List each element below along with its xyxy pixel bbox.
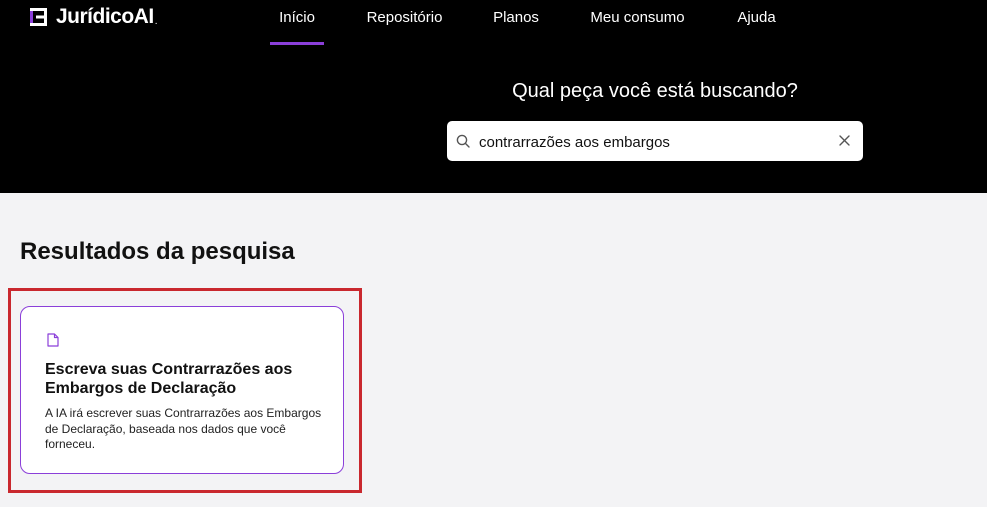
search-box[interactable] [447, 121, 863, 161]
search-heading: Qual peça você está buscando? [512, 80, 798, 102]
nav-item-inicio[interactable]: Início [270, 0, 324, 45]
search-input[interactable] [479, 131, 819, 153]
result-card[interactable]: Escreva suas Contrarrazões aos Embargos … [20, 306, 344, 474]
card-description: A IA irá escrever suas Contrarrazões aos… [45, 406, 322, 451]
nav-item-ajuda[interactable]: Ajuda [736, 0, 777, 45]
logo-icon [28, 6, 50, 28]
search-icon [456, 134, 470, 148]
brand-name: JurídicoAI [56, 5, 154, 28]
brand-logo[interactable]: JurídicoAI . [28, 4, 157, 30]
close-icon[interactable] [838, 134, 851, 147]
document-icon [47, 333, 59, 347]
header: JurídicoAI . Início Repositório Planos M… [0, 0, 987, 193]
nav-item-repositorio[interactable]: Repositório [364, 0, 445, 45]
card-title: Escreva suas Contrarrazões aos Embargos … [45, 361, 293, 397]
nav-item-planos[interactable]: Planos [493, 0, 539, 45]
results-title: Resultados da pesquisa [20, 238, 295, 265]
brand-dot: . [154, 16, 158, 27]
nav-item-meu-consumo[interactable]: Meu consumo [587, 0, 688, 45]
